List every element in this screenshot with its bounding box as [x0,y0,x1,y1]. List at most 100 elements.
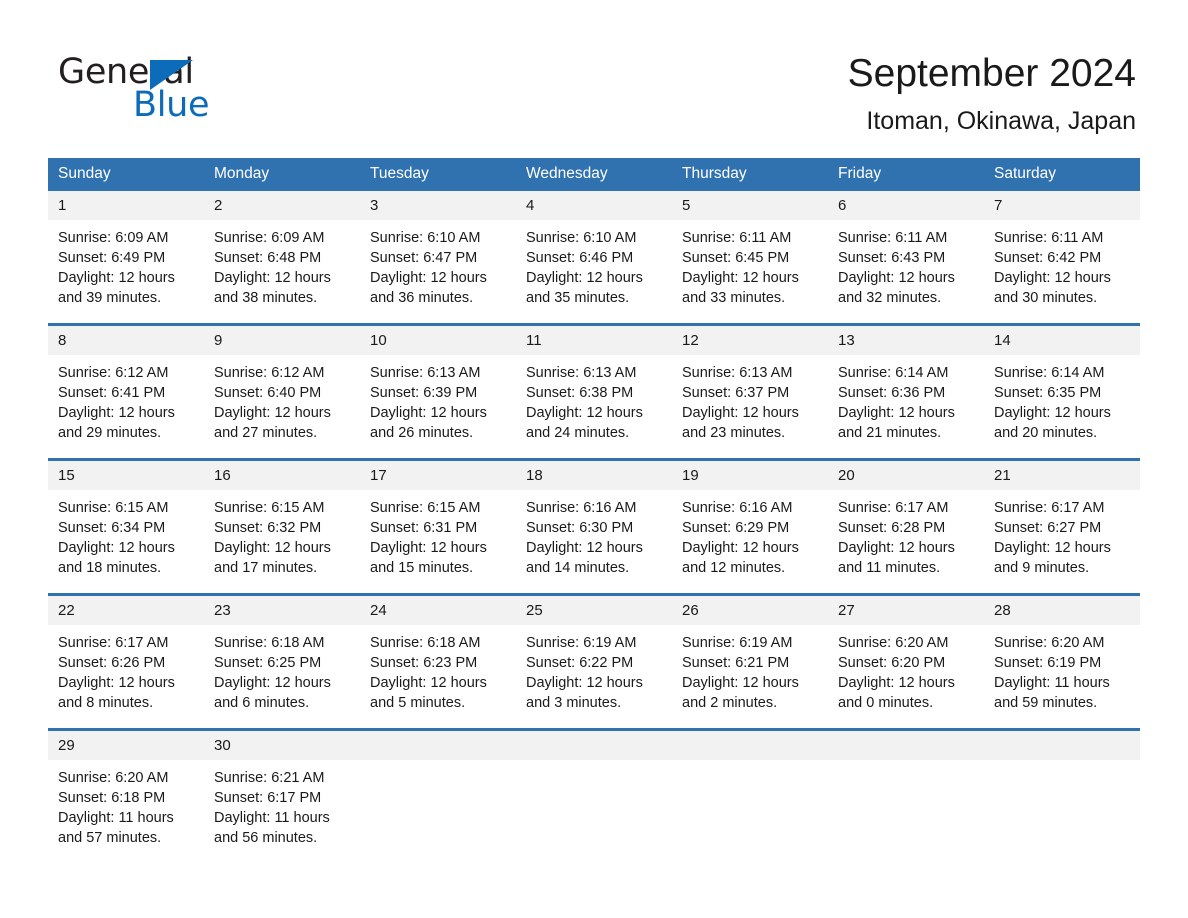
daylight-duration-line1: Daylight: 12 hours [838,675,955,691]
daylight-duration-line2: and 32 minutes. [838,290,942,306]
calendar-day-cell[interactable]: 8 Sunrise: 6:12 AM Sunset: 6:41 PM Daylight… [48,323,204,460]
calendar-day-cell[interactable]: 12 Sunrise: 6:13 AM Sunset: 6:37 PM Dayligh… [672,323,828,460]
daylight-duration-line1: Daylight: 12 hours [682,540,799,556]
calendar-day-cell[interactable]: 14 Sunrise: 6:14 AM Sunset: 6:35 PM Dayligh… [984,323,1140,460]
calendar-day-cell[interactable]: 11 Sunrise: 6:13 AM Sunset: 6:38 PM Dayligh… [516,323,672,460]
calendar-day-cell-empty [360,728,516,851]
sunrise-time: Sunrise: 6:16 AM [526,500,637,516]
calendar-day-cell[interactable]: 29 Sunrise: 6:20 AM Sunset: 6:18 PM Dayligh… [48,728,204,851]
calendar-day-cell[interactable]: 30 Sunrise: 6:21 AM Sunset: 6:17 PM Dayligh… [204,728,360,851]
sunrise-time: Sunrise: 6:21 AM [214,770,325,786]
day-number [984,731,1140,760]
sunset-time: Sunset: 6:30 PM [526,520,634,536]
weekday-header-friday: Friday [828,158,984,191]
calendar-day-cell[interactable]: 5 Sunrise: 6:11 AM Sunset: 6:45 PM Daylight… [672,191,828,325]
sunset-time: Sunset: 6:23 PM [370,655,478,671]
daylight-duration-line2: and 29 minutes. [58,425,162,441]
day-details: Sunrise: 6:13 AM Sunset: 6:37 PM Daylight:… [672,355,828,443]
sunset-time: Sunset: 6:28 PM [838,520,946,536]
daylight-duration-line1: Daylight: 12 hours [838,540,955,556]
day-details: Sunrise: 6:17 AM Sunset: 6:28 PM Daylight:… [828,490,984,578]
day-cell-inner: 5 Sunrise: 6:11 AM Sunset: 6:45 PM Daylight… [672,191,828,323]
day-details: Sunrise: 6:15 AM Sunset: 6:31 PM Daylight:… [360,490,516,578]
day-number: 16 [204,461,360,490]
day-details: Sunrise: 6:16 AM Sunset: 6:30 PM Daylight:… [516,490,672,578]
calendar-header-row: Sunday Monday Tuesday Wednesday Thursday… [48,158,1140,191]
calendar-day-cell[interactable]: 6 Sunrise: 6:11 AM Sunset: 6:43 PM Daylight… [828,191,984,325]
calendar-day-cell[interactable]: 23 Sunrise: 6:18 AM Sunset: 6:25 PM Dayligh… [204,593,360,730]
daylight-duration-line2: and 27 minutes. [214,425,318,441]
calendar-day-cell[interactable]: 1 Sunrise: 6:09 AM Sunset: 6:49 PM Daylight… [48,191,204,325]
sunrise-time: Sunrise: 6:11 AM [838,230,948,246]
day-number: 5 [672,191,828,220]
calendar-day-cell[interactable]: 3 Sunrise: 6:10 AM Sunset: 6:47 PM Daylight… [360,191,516,325]
day-number: 13 [828,326,984,355]
calendar-day-cell-empty [984,728,1140,851]
daylight-duration-line2: and 38 minutes. [214,290,318,306]
calendar-day-cell[interactable]: 24 Sunrise: 6:18 AM Sunset: 6:23 PM Dayligh… [360,593,516,730]
calendar-day-cell-empty [516,728,672,851]
day-details: Sunrise: 6:10 AM Sunset: 6:47 PM Daylight:… [360,220,516,308]
day-cell-inner: 20 Sunrise: 6:17 AM Sunset: 6:28 PM Dayligh… [828,461,984,593]
calendar-day-cell[interactable]: 19 Sunrise: 6:16 AM Sunset: 6:29 PM Dayligh… [672,458,828,595]
calendar-day-cell[interactable]: 22 Sunrise: 6:17 AM Sunset: 6:26 PM Dayligh… [48,593,204,730]
calendar-day-cell[interactable]: 10 Sunrise: 6:13 AM Sunset: 6:39 PM Dayligh… [360,323,516,460]
daylight-duration-line2: and 15 minutes. [370,560,474,576]
calendar-day-cell[interactable]: 2 Sunrise: 6:09 AM Sunset: 6:48 PM Daylight… [204,191,360,325]
calendar-week-row: 22 Sunrise: 6:17 AM Sunset: 6:26 PM Dayligh… [48,593,1140,730]
sunset-time: Sunset: 6:29 PM [682,520,790,536]
daylight-duration-line2: and 8 minutes. [58,695,154,711]
day-details: Sunrise: 6:18 AM Sunset: 6:25 PM Daylight:… [204,625,360,713]
day-number: 30 [204,731,360,760]
sunset-time: Sunset: 6:43 PM [838,250,946,266]
sunset-time: Sunset: 6:21 PM [682,655,790,671]
sunset-time: Sunset: 6:32 PM [214,520,322,536]
sunset-time: Sunset: 6:49 PM [58,250,166,266]
calendar-day-cell[interactable]: 15 Sunrise: 6:15 AM Sunset: 6:34 PM Dayligh… [48,458,204,595]
calendar-week-row: 1 Sunrise: 6:09 AM Sunset: 6:49 PM Daylight… [48,191,1140,325]
calendar-day-cell[interactable]: 18 Sunrise: 6:16 AM Sunset: 6:30 PM Dayligh… [516,458,672,595]
day-details: Sunrise: 6:19 AM Sunset: 6:22 PM Daylight:… [516,625,672,713]
sunset-time: Sunset: 6:35 PM [994,385,1102,401]
day-details: Sunrise: 6:15 AM Sunset: 6:34 PM Daylight:… [48,490,204,578]
calendar-day-cell[interactable]: 16 Sunrise: 6:15 AM Sunset: 6:32 PM Dayligh… [204,458,360,595]
sunset-time: Sunset: 6:34 PM [58,520,166,536]
day-cell-inner: 21 Sunrise: 6:17 AM Sunset: 6:27 PM Dayligh… [984,461,1140,593]
day-number: 23 [204,596,360,625]
day-cell-inner [828,731,984,851]
calendar-day-cell[interactable]: 28 Sunrise: 6:20 AM Sunset: 6:19 PM Dayligh… [984,593,1140,730]
day-number: 14 [984,326,1140,355]
calendar-day-cell[interactable]: 26 Sunrise: 6:19 AM Sunset: 6:21 PM Dayligh… [672,593,828,730]
calendar-day-cell[interactable]: 21 Sunrise: 6:17 AM Sunset: 6:27 PM Dayligh… [984,458,1140,595]
daylight-duration-line1: Daylight: 12 hours [682,675,799,691]
calendar-day-cell[interactable]: 25 Sunrise: 6:19 AM Sunset: 6:22 PM Dayligh… [516,593,672,730]
sunrise-time: Sunrise: 6:15 AM [370,500,481,516]
day-cell-inner: 9 Sunrise: 6:12 AM Sunset: 6:40 PM Daylight… [204,326,360,458]
daylight-duration-line2: and 59 minutes. [994,695,1098,711]
day-number: 10 [360,326,516,355]
calendar-day-cell[interactable]: 13 Sunrise: 6:14 AM Sunset: 6:36 PM Dayligh… [828,323,984,460]
day-cell-inner: 10 Sunrise: 6:13 AM Sunset: 6:39 PM Dayligh… [360,326,516,458]
daylight-duration-line1: Daylight: 12 hours [370,270,487,286]
calendar-day-cell[interactable]: 27 Sunrise: 6:20 AM Sunset: 6:20 PM Dayligh… [828,593,984,730]
page-header: General Blue September 2024 Itoman, Okin… [0,0,1188,158]
sunrise-time: Sunrise: 6:16 AM [682,500,793,516]
calendar-day-cell[interactable]: 7 Sunrise: 6:11 AM Sunset: 6:42 PM Daylight… [984,191,1140,325]
sunrise-time: Sunrise: 6:12 AM [58,365,169,381]
day-cell-inner: 7 Sunrise: 6:11 AM Sunset: 6:42 PM Daylight… [984,191,1140,323]
day-cell-inner [516,731,672,851]
day-number: 18 [516,461,672,490]
calendar-day-cell[interactable]: 9 Sunrise: 6:12 AM Sunset: 6:40 PM Daylight… [204,323,360,460]
day-number: 17 [360,461,516,490]
calendar-day-cell[interactable]: 4 Sunrise: 6:10 AM Sunset: 6:46 PM Daylight… [516,191,672,325]
calendar-day-cell[interactable]: 20 Sunrise: 6:17 AM Sunset: 6:28 PM Dayligh… [828,458,984,595]
calendar-week-row: 15 Sunrise: 6:15 AM Sunset: 6:34 PM Dayligh… [48,458,1140,595]
day-number: 6 [828,191,984,220]
day-number [360,731,516,760]
day-cell-inner [360,731,516,851]
sunset-time: Sunset: 6:39 PM [370,385,478,401]
calendar-day-cell[interactable]: 17 Sunrise: 6:15 AM Sunset: 6:31 PM Dayligh… [360,458,516,595]
general-blue-logo[interactable]: General Blue [58,52,318,125]
day-cell-inner: 12 Sunrise: 6:13 AM Sunset: 6:37 PM Dayligh… [672,326,828,458]
daylight-duration-line1: Daylight: 12 hours [838,270,955,286]
